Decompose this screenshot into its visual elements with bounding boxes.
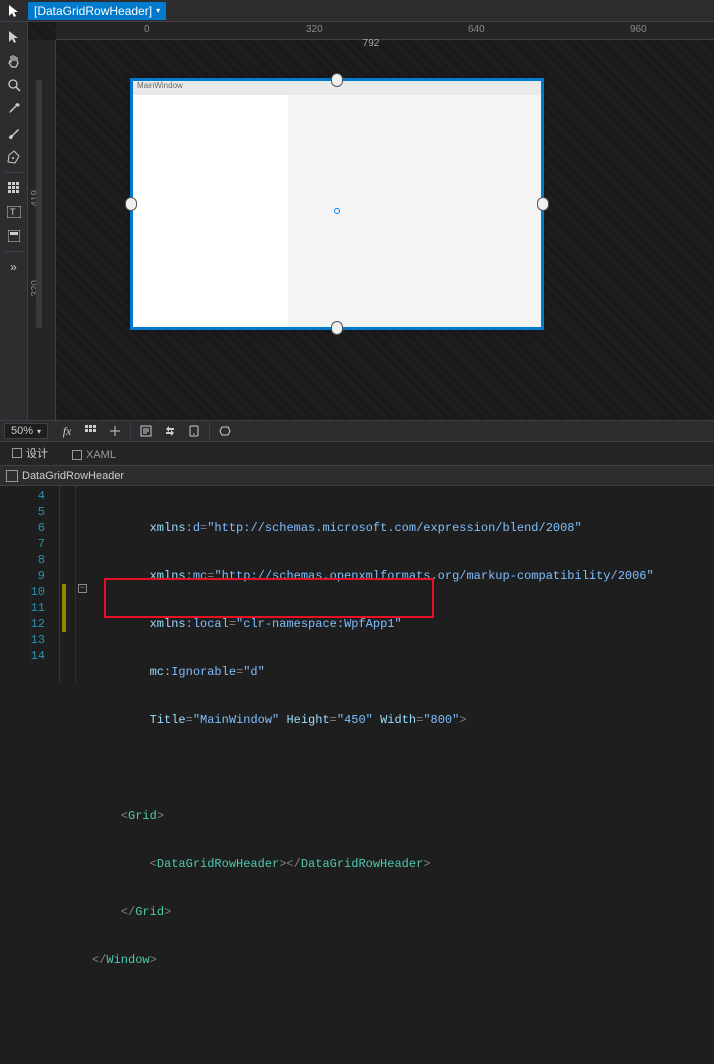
tab-xaml[interactable]: XAML — [60, 445, 128, 465]
selection-breadcrumb-bar: [DataGridRowHeader] ▾ — [0, 0, 714, 22]
ruler-tick: 960 — [630, 24, 647, 35]
change-indicator — [62, 584, 66, 632]
highlight-annotation — [104, 578, 434, 618]
selection-center-icon — [334, 208, 340, 214]
tab-design[interactable]: 设计 — [0, 441, 60, 465]
toggle-annotations-button[interactable] — [135, 421, 157, 441]
designer-toolbar: 50% ▾ fx — [0, 420, 714, 442]
xaml-view-icon — [72, 450, 82, 460]
ruler-tick: 0 — [144, 24, 150, 35]
svg-text:T: T — [10, 207, 16, 217]
line-number: 5 — [0, 504, 45, 520]
line-number: 14 — [0, 648, 45, 664]
snap-lines-button[interactable] — [104, 421, 126, 441]
design-view-icon — [12, 448, 22, 458]
line-number: 10 — [0, 584, 45, 600]
resize-handle-top[interactable] — [331, 73, 343, 87]
element-icon — [6, 470, 18, 482]
tab-label: XAML — [86, 449, 116, 461]
view-tabs: 设计 XAML — [0, 442, 714, 466]
line-number: 4 — [0, 488, 45, 504]
line-number: 8 — [0, 552, 45, 568]
toolbox-separator — [4, 172, 24, 173]
code-breadcrumb-bar: DataGridRowHeader — [0, 466, 714, 486]
line-number: 7 — [0, 536, 45, 552]
resize-handle-left[interactable] — [125, 197, 137, 211]
design-surface[interactable]: 0 320 640 960 792 419 320 MainWindow — [28, 22, 714, 420]
brush-tool[interactable] — [2, 122, 26, 144]
zoom-tool[interactable] — [2, 74, 26, 96]
breadcrumb-label: [DataGridRowHeader] — [34, 4, 152, 18]
swap-panes-button[interactable] — [159, 421, 181, 441]
line-number: 12 — [0, 616, 45, 632]
eyedropper-tool[interactable] — [2, 98, 26, 120]
ruler-range-indicator — [36, 80, 42, 328]
line-number: 11 — [0, 600, 45, 616]
settings-button[interactable] — [214, 421, 236, 441]
code-breadcrumb-label[interactable]: DataGridRowHeader — [22, 470, 124, 482]
resize-handle-right[interactable] — [537, 197, 549, 211]
line-number: 13 — [0, 632, 45, 648]
code-content[interactable]: xmlns:d="http://schemas.microsoft.com/ex… — [92, 486, 714, 684]
grid-tool[interactable] — [2, 177, 26, 199]
designer-row: T » 0 320 640 960 792 419 320 MainWindow — [0, 22, 714, 420]
horizontal-ruler: 0 320 640 960 — [56, 22, 714, 40]
container-tool[interactable] — [2, 225, 26, 247]
zoom-value: 50% — [11, 425, 33, 437]
toolbar-separator-2 — [209, 423, 210, 439]
code-editor[interactable]: 4 5 6 7 8 9 10 11 12 13 14 − xmlns:d="ht… — [0, 486, 714, 684]
text-tool[interactable]: T — [2, 201, 26, 223]
fold-toggle[interactable]: − — [78, 584, 87, 593]
chevron-down-icon: ▾ — [37, 427, 41, 436]
pan-tool[interactable] — [2, 50, 26, 72]
toolbox: T » — [0, 22, 28, 420]
fold-column: − — [76, 486, 92, 684]
arrow-cursor-icon[interactable] — [6, 3, 22, 19]
pen-tool[interactable] — [2, 146, 26, 168]
resize-handle-bottom[interactable] — [331, 321, 343, 335]
line-number: 9 — [0, 568, 45, 584]
toolbox-separator-2 — [4, 251, 24, 252]
effects-button[interactable]: fx — [56, 421, 78, 441]
selection-breadcrumb[interactable]: [DataGridRowHeader] ▾ — [28, 2, 166, 20]
vertical-ruler: 419 320 — [28, 40, 56, 420]
chevron-down-icon: ▾ — [156, 6, 160, 15]
snap-grid-button[interactable] — [80, 421, 102, 441]
ruler-tick: 320 — [306, 24, 323, 35]
line-number: 6 — [0, 520, 45, 536]
device-preview-button[interactable] — [183, 421, 205, 441]
zoom-dropdown[interactable]: 50% ▾ — [4, 423, 48, 439]
designer-window[interactable]: MainWindow — [132, 80, 542, 328]
canvas-width-label: 792 — [363, 38, 380, 49]
tab-label: 设计 — [26, 445, 48, 461]
expand-toolbox-button[interactable]: » — [2, 256, 26, 278]
pointer-tool[interactable] — [2, 26, 26, 48]
line-number-gutter: 4 5 6 7 8 9 10 11 12 13 14 — [0, 486, 60, 684]
ruler-tick: 640 — [468, 24, 485, 35]
change-margin — [60, 486, 76, 684]
window-body[interactable] — [133, 95, 541, 327]
toolbar-separator — [130, 423, 131, 439]
